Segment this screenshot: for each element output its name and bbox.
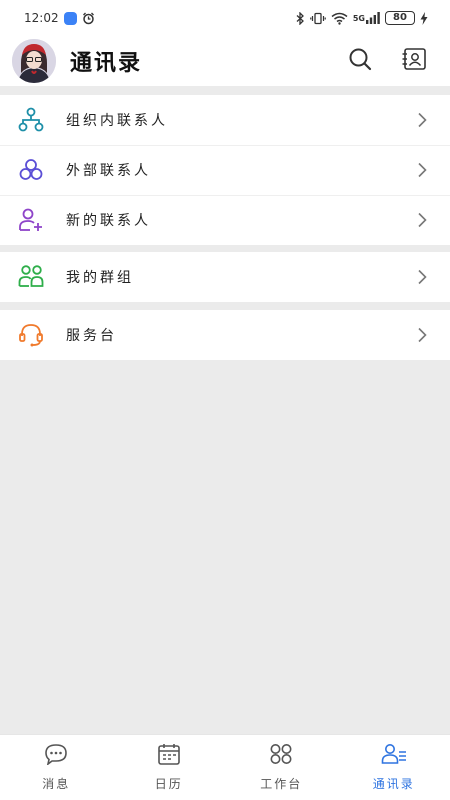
row-label: 新的联系人 <box>66 213 151 229</box>
tab-contacts[interactable]: 通讯录 <box>338 735 450 800</box>
headset-icon <box>18 322 44 348</box>
service-section: 服务台 <box>0 310 450 360</box>
bluetooth-icon <box>296 11 305 25</box>
row-org-contacts[interactable]: 组织内联系人 <box>0 95 450 145</box>
tab-label: 日历 <box>154 777 183 791</box>
contact-book-icon <box>401 47 427 75</box>
row-label: 服务台 <box>66 328 117 344</box>
chevron-right-icon <box>416 112 428 128</box>
row-label: 外部联系人 <box>66 163 151 179</box>
status-time: 12:02 <box>24 11 59 25</box>
groups-section: 我的群组 <box>0 252 450 302</box>
chevron-right-icon <box>416 162 428 178</box>
workbench-icon <box>269 743 293 769</box>
search-icon <box>348 47 372 75</box>
contact-card-button[interactable] <box>392 39 436 83</box>
status-right: 5G 80 <box>296 11 428 25</box>
bottom-tab-bar: 消息 日历 工作台 通讯录 <box>0 734 450 800</box>
page-title: 通讯录 <box>70 51 143 76</box>
tab-messages[interactable]: 消息 <box>0 735 113 800</box>
battery-level: 80 <box>393 12 407 23</box>
vibrate-icon <box>310 12 326 25</box>
contacts-icon <box>381 743 407 769</box>
row-label: 我的群组 <box>66 270 134 286</box>
row-my-groups[interactable]: 我的群组 <box>0 252 450 302</box>
group-icon <box>18 264 44 290</box>
battery-indicator: 80 <box>385 11 415 25</box>
chevron-right-icon <box>416 269 428 285</box>
chevron-right-icon <box>416 212 428 228</box>
signal-icon: 5G <box>353 12 380 24</box>
tab-label: 通讯录 <box>372 777 415 791</box>
tab-label: 工作台 <box>260 777 303 791</box>
tab-label: 消息 <box>42 777 71 791</box>
wifi-icon <box>331 12 348 25</box>
row-new-contacts[interactable]: 新的联系人 <box>0 195 450 245</box>
row-service-desk[interactable]: 服务台 <box>0 310 450 360</box>
calendar-icon <box>157 743 181 769</box>
add-user-icon <box>18 207 44 233</box>
app-header: 通讯录 <box>0 36 450 86</box>
status-left: 12:02 <box>24 11 95 25</box>
org-tree-icon <box>18 107 44 133</box>
row-label: 组织内联系人 <box>66 113 168 129</box>
message-icon <box>44 743 68 769</box>
tab-calendar[interactable]: 日历 <box>113 735 226 800</box>
chevron-right-icon <box>416 327 428 343</box>
status-bar: 12:02 5G 80 <box>0 0 450 36</box>
tab-workbench[interactable]: 工作台 <box>225 735 338 800</box>
alarm-icon <box>82 12 95 25</box>
app-notification-icon <box>63 11 77 25</box>
charging-icon <box>420 11 428 25</box>
search-button[interactable] <box>338 39 382 83</box>
external-contacts-icon <box>18 157 44 183</box>
contacts-section: 组织内联系人 外部联系人 新的联系人 <box>0 95 450 245</box>
network-type: 5G <box>352 13 365 23</box>
row-external-contacts[interactable]: 外部联系人 <box>0 145 450 195</box>
avatar[interactable] <box>12 39 56 83</box>
